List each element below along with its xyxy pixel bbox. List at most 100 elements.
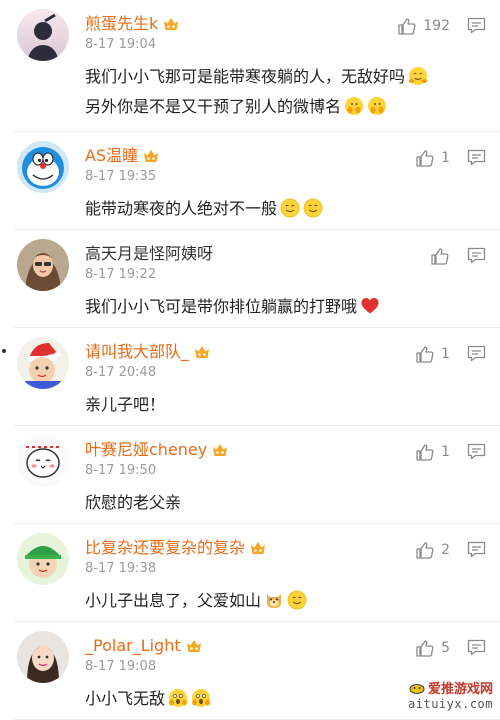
name-row: 请叫我大部队_	[85, 341, 211, 363]
comment-text: 我们小小飞可是带你排位躺赢的打野哦	[85, 292, 480, 322]
reply-icon[interactable]	[467, 247, 486, 264]
username[interactable]: _Polar_Light	[85, 636, 181, 656]
comment-item: 比复杂还要复杂的复杂 8-17 19:38 小儿子出息了，父爱如山 2	[0, 524, 500, 622]
comment-line-text: 另外你是不是又干预了别人的微博名	[85, 97, 342, 116]
vip-badge-icon	[193, 345, 211, 360]
reply-icon[interactable]	[467, 541, 486, 558]
name-row: 比复杂还要复杂的复杂	[85, 537, 267, 559]
comment-line: 我们小小飞可是带你排位躺赢的打野哦	[85, 292, 480, 322]
like-count: 1	[441, 346, 450, 362]
name-row: _Polar_Light	[85, 635, 203, 657]
vip-badge-icon	[211, 443, 229, 458]
smile-emoji-icon	[287, 590, 307, 610]
name-row: 叶赛尼娅cheney	[85, 439, 229, 461]
watermark: 爱推游戏网 aituiyx.com	[390, 678, 495, 714]
timestamp: 8-17 19:04	[85, 37, 157, 52]
thumbs-up-icon	[415, 344, 435, 364]
hug-emoji-icon	[408, 66, 428, 86]
comment-text: 我们小小飞那可是能带寒夜躺的人，无敌好吗 另外你是不是又干预了别人的微博名	[85, 62, 480, 122]
timestamp: 8-17 19:35	[85, 169, 157, 184]
comment-line: 亲儿子吧！	[85, 390, 480, 420]
comment-item: AS温瞳 8-17 19:35 能带动寒夜的人绝对不一般 1	[0, 132, 500, 230]
like-button[interactable]: 2	[415, 540, 450, 560]
like-button[interactable]: 5	[415, 638, 450, 658]
comment-line-text: 能带动寒夜的人绝对不一般	[85, 199, 278, 218]
thumbs-up-icon	[397, 16, 417, 36]
comment-line-text: 我们小小飞可是带你排位躺赢的打野哦	[85, 297, 358, 316]
thumbs-up-icon	[415, 638, 435, 658]
username[interactable]: 煎蛋先生k	[85, 14, 158, 34]
comment-line: 小儿子出息了，父爱如山	[85, 586, 480, 616]
heart-emoji-icon	[360, 296, 380, 316]
thumbs-up-icon	[415, 540, 435, 560]
watermark-title: 爱推游戏网	[427, 682, 493, 697]
avatar[interactable]	[17, 435, 69, 487]
peek-emoji-icon	[344, 96, 364, 116]
comment-line-text: 欣慰的老父亲	[85, 493, 182, 512]
like-count: 192	[423, 18, 450, 34]
timestamp: 8-17 19:22	[85, 267, 157, 282]
comment-line: 我们小小飞那可是能带寒夜躺的人，无敌好吗	[85, 62, 480, 92]
comment-text: 亲儿子吧！	[85, 390, 480, 420]
like-count: 2	[441, 542, 450, 558]
comment-text: 小儿子出息了，父爱如山	[85, 586, 480, 616]
like-count: 5	[441, 640, 450, 656]
like-count: 1	[441, 150, 450, 166]
thumbs-up-icon	[430, 246, 450, 266]
timestamp: 8-17 20:48	[85, 365, 157, 380]
vip-badge-icon	[185, 639, 203, 654]
shock-emoji-icon	[191, 688, 211, 708]
vip-badge-icon	[249, 541, 267, 556]
comment-text: 欣慰的老父亲	[85, 488, 480, 518]
comment-line: 能带动寒夜的人绝对不一般	[85, 194, 480, 224]
username[interactable]: 请叫我大部队_	[85, 342, 189, 362]
comment-item: 请叫我大部队_ 8-17 20:48 亲儿子吧！ 1	[0, 328, 500, 426]
peek-emoji-icon	[367, 96, 387, 116]
reply-icon[interactable]	[467, 345, 486, 362]
comment-line: 欣慰的老父亲	[85, 488, 480, 518]
username[interactable]: 叶赛尼娅cheney	[85, 440, 207, 460]
avatar[interactable]	[17, 631, 69, 683]
comment-text: 能带动寒夜的人绝对不一般	[85, 194, 480, 224]
reply-icon[interactable]	[467, 443, 486, 460]
comment-item: 煎蛋先生k 8-17 19:04 我们小小飞那可是能带寒夜躺的人，无敌好吗 另外你是不…	[0, 0, 500, 132]
smile-emoji-icon	[303, 198, 323, 218]
timestamp: 8-17 19:38	[85, 561, 157, 576]
comment-line-text: 小小飞无敌	[85, 689, 166, 708]
like-button[interactable]: 1	[415, 148, 450, 168]
reply-icon[interactable]	[467, 639, 486, 656]
like-button[interactable]: 1	[415, 442, 450, 462]
username[interactable]: AS温瞳	[85, 146, 138, 166]
like-button[interactable]: 192	[397, 16, 450, 36]
thumbs-up-icon	[415, 148, 435, 168]
watermark-url: aituiyx.com	[408, 697, 493, 711]
comment-line-text: 小儿子出息了，父爱如山	[85, 591, 262, 610]
comment-line: 另外你是不是又干预了别人的微博名	[85, 92, 480, 122]
thumbs-up-icon	[415, 442, 435, 462]
reply-icon[interactable]	[467, 17, 486, 34]
like-button[interactable]: 1	[415, 344, 450, 364]
comment-line-text: 亲儿子吧！	[85, 395, 166, 414]
timestamp: 8-17 19:08	[85, 659, 157, 674]
username[interactable]: 高天月是怪阿姨呀	[85, 244, 213, 264]
avatar[interactable]	[17, 9, 69, 61]
vip-badge-icon	[142, 149, 160, 164]
comment-list: 煎蛋先生k 8-17 19:04 我们小小飞那可是能带寒夜躺的人，无敌好吗 另外你是不…	[0, 0, 500, 720]
watermark-logo-icon	[409, 683, 425, 694]
avatar[interactable]	[17, 533, 69, 585]
like-count: 1	[441, 444, 450, 460]
name-row: 高天月是怪阿姨呀	[85, 243, 213, 265]
avatar[interactable]	[17, 239, 69, 291]
name-row: AS温瞳	[85, 145, 160, 167]
username[interactable]: 比复杂还要复杂的复杂	[85, 538, 245, 558]
like-button[interactable]	[430, 246, 450, 266]
timestamp: 8-17 19:50	[85, 463, 157, 478]
comment-line-text: 我们小小飞那可是能带寒夜躺的人，无敌好吗	[85, 67, 406, 86]
shock-emoji-icon	[168, 688, 188, 708]
avatar[interactable]	[17, 337, 69, 389]
avatar[interactable]	[17, 141, 69, 193]
comment-item: 高天月是怪阿姨呀 8-17 19:22 我们小小飞可是带你排位躺赢的打野哦	[0, 230, 500, 328]
name-row: 煎蛋先生k	[85, 13, 180, 35]
reply-icon[interactable]	[467, 149, 486, 166]
doge-emoji-icon	[264, 590, 284, 610]
